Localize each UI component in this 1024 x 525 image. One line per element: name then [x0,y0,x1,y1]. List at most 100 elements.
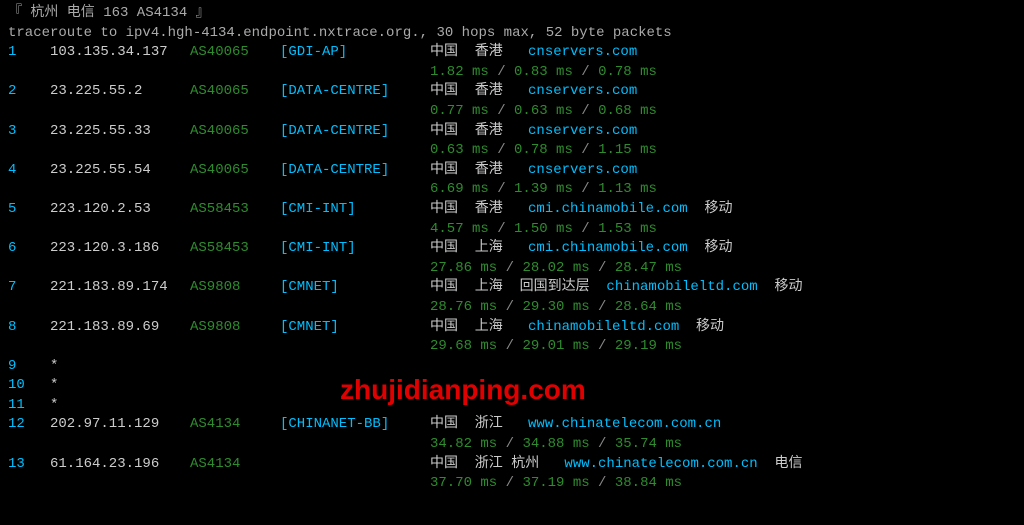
hop-domain: www.chinatelecom.com.cn [528,415,721,435]
hop-t3: 1.13 ms [598,181,657,197]
trace-hop-star: 11* [8,396,1016,416]
hop-location: 中国 香港 [430,43,528,63]
hop-asn: AS9808 [190,278,280,298]
hop-ip: 23.225.55.33 [50,122,190,142]
hop-index: 5 [8,200,50,220]
hop-t1: 34.82 ms [430,436,497,452]
trace-hop-star: 10* [8,376,1016,396]
separator: / [590,299,615,315]
hop-star: * [50,396,58,416]
separator: / [573,64,598,80]
separator: / [489,221,514,237]
hop-index: 12 [8,415,50,435]
hop-asn: AS9808 [190,318,280,338]
hop-index: 6 [8,239,50,259]
hop-suffix: 移动 [688,239,733,259]
hop-asn: AS40065 [190,82,280,102]
hop-index: 9 [8,357,50,377]
hop-asn: AS4134 [190,455,280,475]
hop-location: 中国 香港 [430,200,528,220]
hop-t1: 0.77 ms [430,103,489,119]
trace-hop: 8221.183.89.69AS9808[CMNET]中国 上海 chinamo… [8,318,1016,338]
separator: / [489,64,514,80]
hop-tag: [CMNET] [280,318,430,338]
trace-hop: 1361.164.23.196AS4134中国 浙江 杭州 www.chinat… [8,455,1016,475]
separator: / [573,181,598,197]
separator: / [497,299,522,315]
hop-t2: 0.78 ms [514,142,573,158]
hop-ip: 103.135.34.137 [50,43,190,63]
hop-t2: 34.88 ms [522,436,589,452]
hop-domain: cnservers.com [528,161,637,181]
hop-location: 中国 浙江 [430,415,528,435]
trace-header: 『 杭州 电信 163 AS4134 』 [8,4,1016,24]
hop-t2: 1.39 ms [514,181,573,197]
hop-tag: [CMNET] [280,278,430,298]
trace-hop: 323.225.55.33AS40065[DATA-CENTRE]中国 香港 c… [8,122,1016,142]
hop-asn: AS58453 [190,200,280,220]
hop-t3: 28.47 ms [615,260,682,276]
hop-asn: AS40065 [190,43,280,63]
hop-t2: 1.50 ms [514,221,573,237]
trace-hop: 1103.135.34.137AS40065[GDI-AP]中国 香港 cnse… [8,43,1016,63]
hop-t3: 1.53 ms [598,221,657,237]
separator: / [489,181,514,197]
hop-t1: 27.86 ms [430,260,497,276]
hop-timings: 0.63 ms / 0.78 ms / 1.15 ms [8,141,1016,161]
hop-location: 中国 上海 [430,239,528,259]
trace-hop: 423.225.55.54AS40065[DATA-CENTRE]中国 香港 c… [8,161,1016,181]
hop-star: * [50,376,58,396]
hop-t2: 29.01 ms [522,338,589,354]
separator: / [573,221,598,237]
hop-t2: 29.30 ms [522,299,589,315]
hop-timings: 1.82 ms / 0.83 ms / 0.78 ms [8,63,1016,83]
separator: / [590,475,615,491]
hop-t3: 38.84 ms [615,475,682,491]
hop-ip: 61.164.23.196 [50,455,190,475]
hop-domain: cnservers.com [528,82,637,102]
hop-timings: 27.86 ms / 28.02 ms / 28.47 ms [8,259,1016,279]
hop-tag: [DATA-CENTRE] [280,122,430,142]
separator: / [497,338,522,354]
hop-t1: 29.68 ms [430,338,497,354]
separator: / [590,338,615,354]
hop-tag: [CMI-INT] [280,200,430,220]
hop-location: 中国 浙江 杭州 [430,455,564,475]
hop-tag [280,455,430,475]
hop-suffix: 移动 [758,278,803,298]
hop-index: 1 [8,43,50,63]
hop-index: 7 [8,278,50,298]
separator: / [590,260,615,276]
hop-t2: 0.83 ms [514,64,573,80]
hop-asn: AS40065 [190,122,280,142]
hop-ip: 223.120.3.186 [50,239,190,259]
hop-timings: 37.70 ms / 37.19 ms / 38.84 ms [8,474,1016,494]
hop-t1: 0.63 ms [430,142,489,158]
separator: / [573,142,598,158]
hop-t3: 0.68 ms [598,103,657,119]
separator: / [497,475,522,491]
separator: / [497,260,522,276]
separator: / [489,103,514,119]
hop-tag: [DATA-CENTRE] [280,161,430,181]
hop-t1: 28.76 ms [430,299,497,315]
hop-star: * [50,357,58,377]
hop-suffix: 电信 [758,455,803,475]
separator: / [489,142,514,158]
separator: / [590,436,615,452]
hop-t1: 1.82 ms [430,64,489,80]
hop-ip: 221.183.89.174 [50,278,190,298]
hop-location: 中国 上海 回国到达层 [430,278,606,298]
hop-index: 10 [8,376,50,396]
hop-t3: 1.15 ms [598,142,657,158]
hop-ip: 221.183.89.69 [50,318,190,338]
hop-ip: 223.120.2.53 [50,200,190,220]
hop-location: 中国 上海 [430,318,528,338]
hop-index: 8 [8,318,50,338]
hop-t3: 35.74 ms [615,436,682,452]
separator: / [573,103,598,119]
hop-timings: 6.69 ms / 1.39 ms / 1.13 ms [8,180,1016,200]
hop-domain: chinamobileltd.com [528,318,679,338]
hop-location: 中国 香港 [430,122,528,142]
trace-hop-star: 9* [8,357,1016,377]
